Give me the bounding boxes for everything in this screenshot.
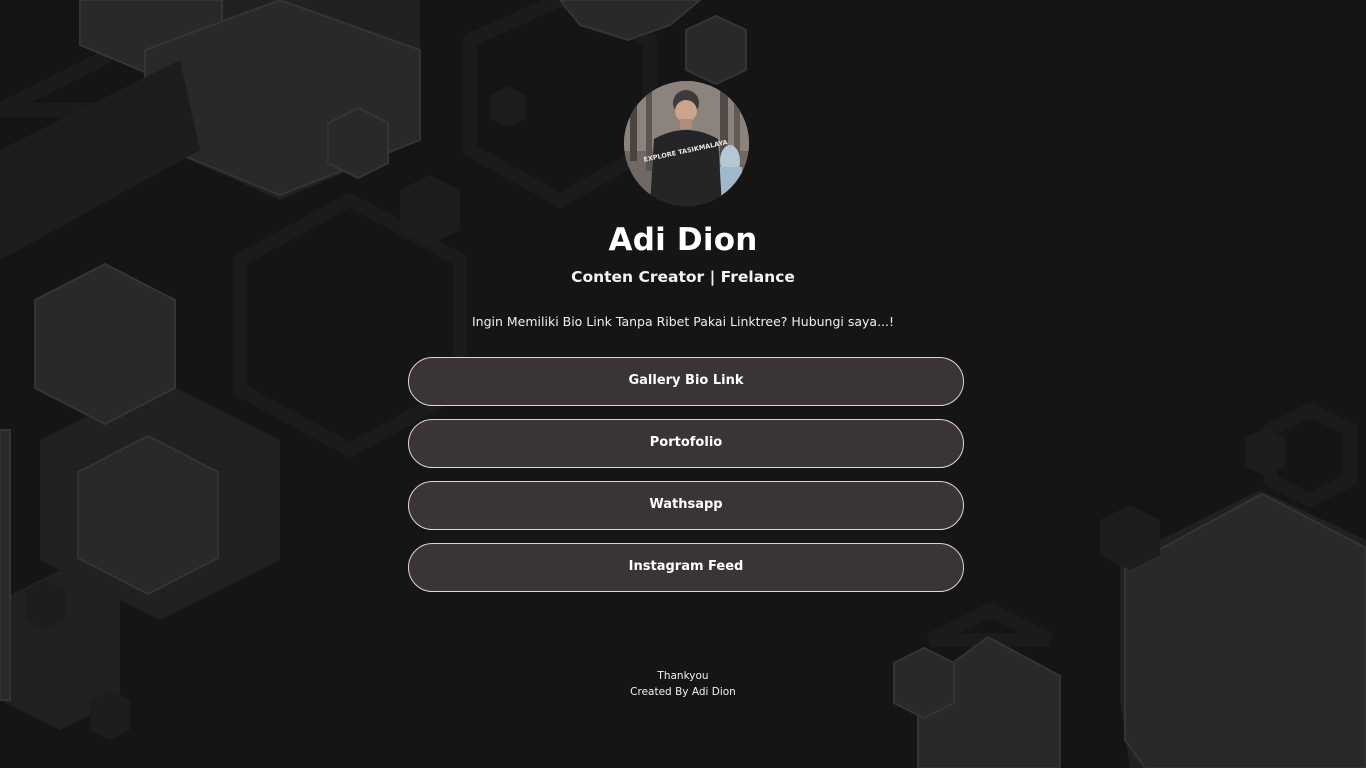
avatar: EXPLORE TASIKMALAYA <box>624 81 749 206</box>
instagram-feed-button[interactable]: Instagram Feed <box>408 543 964 592</box>
profile-name: Adi Dion <box>608 222 758 258</box>
link-list: Gallery Bio Link Portofolio Wathsapp Ins… <box>408 357 964 605</box>
footer-thankyou: Thankyou <box>657 670 709 682</box>
avatar-photo: EXPLORE TASIKMALAYA <box>624 81 749 206</box>
whatsapp-button[interactable]: Wathsapp <box>408 481 964 530</box>
footer-credit: Created By Adi Dion <box>630 686 736 698</box>
profile-tagline: Conten Creator | Frelance <box>571 268 795 286</box>
bio-link-page: EXPLORE TASIKMALAYA Adi Dion Conten Crea… <box>0 0 1366 768</box>
footer: Thankyou Created By Adi Dion <box>0 668 1366 700</box>
gallery-bio-link-button[interactable]: Gallery Bio Link <box>408 357 964 406</box>
portofolio-button[interactable]: Portofolio <box>408 419 964 468</box>
profile-content: EXPLORE TASIKMALAYA Adi Dion Conten Crea… <box>0 0 1366 768</box>
profile-description: Ingin Memiliki Bio Link Tanpa Ribet Paka… <box>471 314 895 329</box>
